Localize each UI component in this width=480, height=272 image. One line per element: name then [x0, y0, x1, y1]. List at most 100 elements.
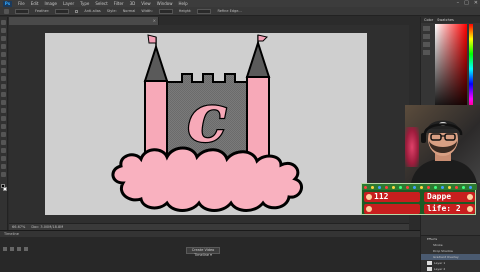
layers-panel: Effects Stroke Drop Shadow Gradient Over…: [421, 235, 480, 272]
menu-select[interactable]: Select: [95, 0, 107, 7]
heart-icon: [366, 206, 372, 212]
color-picker[interactable]: [435, 24, 473, 114]
document-info: Doc: 3.00M/18.8M: [31, 225, 64, 229]
blur-tool-icon[interactable]: [1, 116, 6, 121]
eyedropper-tool-icon[interactable]: [1, 60, 6, 65]
light-bulb: [434, 185, 437, 189]
healing-tool-icon[interactable]: [1, 68, 6, 73]
color-panel-tabs: Color Swatches: [421, 17, 480, 23]
zoom-tool-icon[interactable]: [1, 172, 6, 177]
height-label: Height:: [178, 9, 192, 13]
menu-file[interactable]: File: [18, 0, 25, 7]
create-video-timeline-button[interactable]: Create Video Timeline ▾: [186, 247, 220, 257]
layer-effect-name: Drop Shadow: [433, 249, 454, 253]
canvas-workspace[interactable]: c: [9, 25, 409, 223]
properties-panel-icon[interactable]: [423, 34, 430, 39]
life-counter: life: 2: [427, 204, 461, 213]
feather-input[interactable]: [55, 8, 70, 14]
string-lights: [362, 184, 477, 190]
light-bulb: [420, 185, 423, 189]
play-icon[interactable]: [17, 247, 21, 251]
dodge-tool-icon[interactable]: [1, 124, 6, 129]
quick-select-tool-icon[interactable]: [1, 44, 6, 49]
layer-row[interactable]: Layer 2: [421, 266, 480, 272]
maximize-button[interactable]: □: [464, 0, 469, 7]
player-name-box: Dappe: [424, 192, 475, 202]
zoom-level[interactable]: 66.67%: [12, 225, 25, 229]
gradient-tool-icon[interactable]: [1, 108, 6, 113]
menu-image[interactable]: Image: [44, 0, 57, 7]
height-input[interactable]: [197, 8, 212, 14]
close-document-icon[interactable]: ×: [153, 17, 156, 25]
minimize-button[interactable]: –: [457, 0, 460, 7]
lasso-tool-icon[interactable]: [1, 36, 6, 41]
brush-tool-icon[interactable]: [1, 76, 6, 81]
tool-preset-select[interactable]: [15, 8, 29, 14]
light-bulb: [427, 185, 430, 189]
timeline-controls: [3, 247, 28, 251]
first-frame-icon[interactable]: [3, 247, 7, 251]
stamp-tool-icon[interactable]: [1, 84, 6, 89]
game-overlay: 112 Dappe life: 2: [361, 183, 477, 215]
layer-effect-name: Gradient Overlay: [433, 255, 459, 259]
hand-tool-icon[interactable]: [1, 164, 6, 169]
layer-thumbnail: [427, 267, 432, 271]
menu-window[interactable]: Window: [157, 0, 173, 7]
layer-effect-name: Stroke: [433, 243, 443, 247]
document-tab[interactable]: dappernet-party.psd @ 66.7% (Rectangle 1…: [9, 17, 159, 33]
close-button[interactable]: ✕: [474, 0, 478, 7]
history-panel-icon[interactable]: [423, 26, 430, 31]
menu-help[interactable]: Help: [178, 0, 187, 7]
character-panel-icon[interactable]: [423, 42, 430, 47]
marquee-tool-icon[interactable]: [4, 8, 9, 14]
panel-dock-icons: [423, 26, 430, 55]
move-tool-icon[interactable]: [1, 20, 6, 25]
options-bar: Feather: Anti-alias Style: Normal Width:…: [0, 7, 480, 16]
light-bulb: [462, 185, 465, 189]
light-bulb: [364, 185, 367, 189]
anti-alias-checkbox[interactable]: [75, 9, 79, 13]
shape-tool-icon[interactable]: [1, 156, 6, 161]
player-icon: [467, 194, 473, 200]
right-flag: [257, 34, 268, 42]
menu-edit[interactable]: Edit: [31, 0, 39, 7]
layer-name: Layer 1: [434, 261, 446, 265]
crop-tool-icon[interactable]: [1, 52, 6, 57]
light-bulb: [455, 185, 458, 189]
tab-swatches[interactable]: Swatches: [437, 18, 454, 22]
saturation-field[interactable]: [435, 24, 467, 114]
feather-label: Feather:: [35, 9, 50, 13]
path-select-tool-icon[interactable]: [1, 148, 6, 153]
menu-view[interactable]: View: [141, 0, 151, 7]
timeline-title: Timeline: [4, 232, 19, 236]
tab-color[interactable]: Color: [424, 18, 433, 22]
foreground-color-swatch[interactable]: [0, 184, 5, 188]
width-input[interactable]: [158, 8, 173, 14]
history-brush-icon[interactable]: [1, 92, 6, 97]
eraser-tool-icon[interactable]: [1, 100, 6, 105]
next-frame-icon[interactable]: [24, 247, 28, 251]
timeline-header: Timeline: [0, 231, 420, 237]
life-icon: [467, 206, 473, 212]
pen-tool-icon[interactable]: [1, 132, 6, 137]
menu-type[interactable]: Type: [80, 0, 89, 7]
menu-3d[interactable]: 3D: [130, 0, 136, 7]
menu-filter[interactable]: Filter: [114, 0, 124, 7]
light-bulb: [399, 185, 402, 189]
marquee-tool-icon[interactable]: [1, 28, 6, 33]
type-tool-icon[interactable]: [1, 140, 6, 145]
document-canvas[interactable]: c: [45, 33, 367, 215]
hue-slider[interactable]: [469, 24, 473, 114]
color-swatches[interactable]: [0, 184, 7, 191]
menu-layer[interactable]: Layer: [63, 0, 74, 7]
anti-alias-label: Anti-alias: [84, 9, 101, 13]
style-select[interactable]: Normal: [123, 9, 136, 13]
light-bulb: [448, 185, 451, 189]
paragraph-panel-icon[interactable]: [423, 50, 430, 55]
light-bulb: [441, 185, 444, 189]
refine-edge-button[interactable]: Refine Edge...: [217, 9, 241, 13]
light-bulb: [406, 185, 409, 189]
life-row: life: 2: [364, 204, 475, 214]
light-bulb: [385, 185, 388, 189]
prev-frame-icon[interactable]: [10, 247, 14, 251]
